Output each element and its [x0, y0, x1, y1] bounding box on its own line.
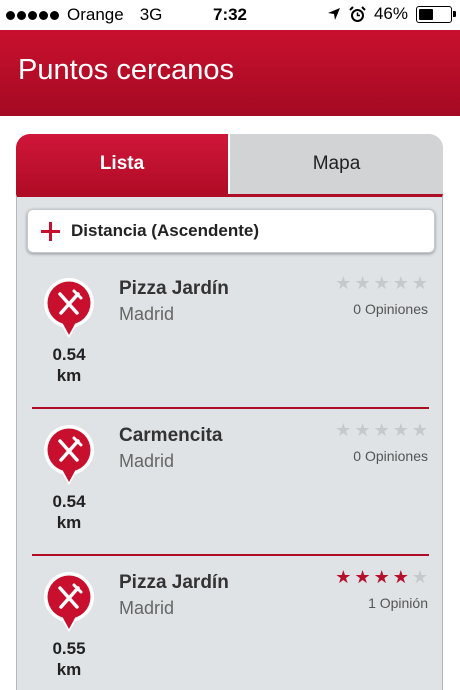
distance: 0.54 km — [33, 491, 105, 533]
star-icon: ★ — [354, 567, 371, 587]
rating-stars: ★ ★ ★ ★ ★ — [335, 568, 428, 586]
sort-label: Distancia (Ascendente) — [71, 221, 259, 240]
sort-button[interactable]: Distancia (Ascendente) — [27, 209, 435, 253]
location-arrow-icon — [327, 8, 340, 20]
star-icon: ★ — [335, 273, 352, 293]
places-list[interactable]: Distancia (Ascendente) 0.54 km Pizza Jar… — [16, 194, 443, 690]
place-city: Madrid — [119, 304, 175, 324]
star-icon: ★ — [354, 273, 371, 293]
review-count: 1 Opinión — [368, 595, 428, 611]
place-name: Pizza Jardín — [119, 572, 229, 593]
battery-percentage: 46% — [373, 4, 408, 23]
rating-stars: ★ ★ ★ ★ ★ — [335, 421, 428, 439]
distance-value: 0.55 — [52, 639, 86, 658]
restaurant-pin-icon — [44, 278, 94, 338]
restaurant-pin-icon — [44, 425, 94, 485]
status-right: 46% — [327, 4, 456, 24]
distance-value: 0.54 — [52, 492, 86, 511]
restaurant-pin-icon — [44, 572, 94, 632]
star-icon: ★ — [373, 567, 390, 587]
list-item[interactable]: 0.55 km Pizza Jardín Madrid ★ ★ ★ ★ ★ 1 … — [17, 556, 442, 690]
star-icon: ★ — [335, 420, 352, 440]
tab-lista[interactable]: Lista — [16, 134, 228, 194]
page-title: Puntos cercanos — [18, 54, 235, 86]
star-icon: ★ — [373, 420, 390, 440]
review-count: 0 Opiniones — [353, 301, 428, 317]
star-icon: ★ — [392, 420, 409, 440]
status-bar: Orange 3G 7:32 46% — [0, 0, 460, 30]
plus-icon — [41, 221, 60, 241]
list-item[interactable]: 0.54 km Pizza Jardín Madrid ★ ★ ★ ★ ★ 0 … — [17, 262, 442, 409]
star-icon: ★ — [392, 567, 409, 587]
nav-header: Puntos cercanos — [0, 30, 460, 116]
list-item[interactable]: 0.54 km Carmencita Madrid ★ ★ ★ ★ ★ 0 Op… — [17, 409, 442, 556]
tab-mapa[interactable]: Mapa — [230, 134, 443, 194]
star-icon: ★ — [411, 567, 428, 587]
alarm-clock-icon — [349, 5, 366, 22]
star-icon: ★ — [354, 420, 371, 440]
distance: 0.54 km — [33, 344, 105, 386]
distance-unit: km — [56, 366, 82, 385]
distance-unit: km — [56, 513, 82, 532]
star-icon: ★ — [373, 273, 390, 293]
place-city: Madrid — [119, 451, 175, 471]
place-city: Madrid — [119, 598, 175, 618]
star-icon: ★ — [411, 420, 428, 440]
place-name: Carmencita — [119, 425, 223, 446]
star-icon: ★ — [411, 273, 428, 293]
review-count: 0 Opiniones — [353, 448, 428, 464]
star-icon: ★ — [335, 567, 352, 587]
distance-value: 0.54 — [52, 345, 86, 364]
star-icon: ★ — [392, 273, 409, 293]
results-panel: Lista Mapa Distancia (Ascendente) 0.54 k… — [16, 134, 443, 690]
place-name: Pizza Jardín — [119, 278, 229, 299]
tab-bar: Lista Mapa — [16, 134, 443, 194]
distance: 0.55 km — [33, 638, 105, 680]
battery-fill — [419, 8, 433, 20]
battery-icon — [416, 5, 456, 23]
rating-stars: ★ ★ ★ ★ ★ — [335, 274, 428, 292]
distance-unit: km — [56, 660, 82, 679]
